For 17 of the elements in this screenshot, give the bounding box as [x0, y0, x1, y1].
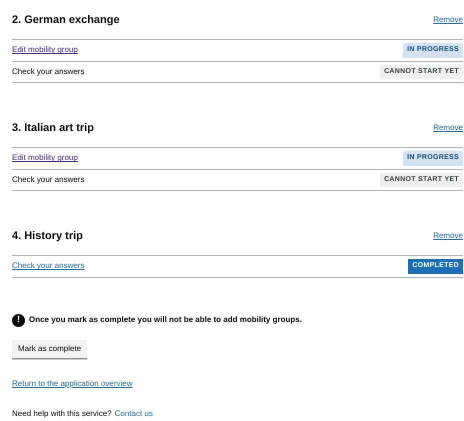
help-text: Need help with this service? — [12, 408, 112, 420]
remove-link[interactable]: Remove — [433, 14, 463, 26]
return-link[interactable]: Return to the application overview — [12, 378, 133, 388]
section-heading: 3. Italian art trip — [12, 120, 94, 136]
task-label: Check your answers — [12, 174, 84, 186]
task-link[interactable]: Check your answers — [12, 260, 84, 272]
mark-complete-button[interactable]: Mark as complete — [12, 340, 88, 358]
section-heading: 4. History trip — [12, 228, 83, 244]
warning-text: Once you mark as complete you will not be able to add mobility groups. — [29, 314, 302, 326]
contact-link[interactable]: Contact us — [114, 408, 153, 420]
task-link[interactable]: Edit mobility group — [12, 152, 78, 164]
task-label: Check your answers — [12, 66, 84, 78]
remove-link[interactable]: Remove — [433, 230, 463, 242]
section-heading: 2. German exchange — [12, 12, 120, 28]
task-link[interactable]: Edit mobility group — [12, 44, 78, 56]
remove-link[interactable]: Remove — [433, 122, 463, 134]
warning-icon: ! — [12, 314, 25, 326]
